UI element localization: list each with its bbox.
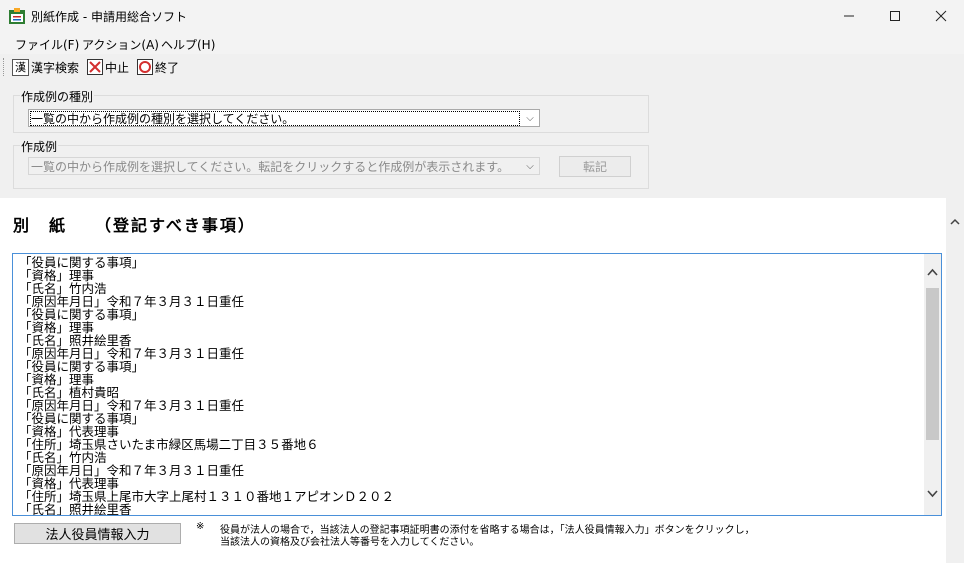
corp-officer-input-button[interactable]: 法人役員情報入力 (14, 523, 181, 544)
chevron-down-icon: ⌵ (526, 112, 534, 124)
menu-action[interactable]: アクション(A) (82, 36, 159, 53)
note-mark: ※ (196, 521, 205, 532)
chevron-down-icon: ⌵ (526, 160, 534, 172)
exit-button[interactable]: 終了 (137, 58, 179, 76)
exit-icon (137, 59, 153, 75)
stop-button[interactable]: 中止 (87, 58, 129, 76)
textarea-content: 「役員に関する事項」 「資格」理事 「氏名」竹内浩 「原因年月日」令和７年３月３１日重… (19, 256, 394, 516)
type-select-value: 一覧の中から作成例の種別を選択してください。 (29, 110, 521, 127)
stop-icon (87, 59, 103, 75)
app-icon (9, 8, 25, 24)
registration-items-textarea[interactable]: 「役員に関する事項」 「資格」理事 「氏名」竹内浩 「原因年月日」令和７年３月３１日重… (12, 253, 942, 516)
scroll-up-icon[interactable] (927, 268, 938, 276)
menu-help[interactable]: ヘルプ(H) (161, 36, 215, 53)
scroll-up-icon[interactable] (950, 218, 960, 225)
menu-file[interactable]: ファイル(F) (15, 36, 79, 53)
exit-label: 終了 (155, 60, 180, 75)
example-select[interactable]: 一覧の中から作成例を選択してください。転記をクリックすると作成例が表示されます。… (28, 157, 540, 175)
transfer-button[interactable]: 転記 (559, 156, 631, 177)
kanji-search-label: 漢字検索 (31, 60, 80, 75)
type-select[interactable]: 一覧の中から作成例の種別を選択してください。 ⌵ (28, 109, 540, 127)
textarea-scrollbar[interactable] (924, 254, 941, 515)
minimize-button[interactable] (826, 0, 872, 32)
page-heading: 別 紙 （登記すべき事項） (13, 216, 256, 235)
kanji-search-button[interactable]: 漢 漢字検索 (12, 58, 79, 76)
textarea-scroll-thumb[interactable] (926, 288, 939, 440)
toolbar-grip[interactable] (3, 58, 8, 76)
maximize-button[interactable] (872, 0, 918, 32)
type-group-label: 作成例の種別 (20, 88, 95, 105)
example-group-label: 作成例 (20, 138, 59, 155)
close-button[interactable] (918, 0, 964, 32)
text-line: 「氏名」照井絵里香 (19, 502, 132, 516)
close-icon (935, 10, 947, 22)
minimize-icon (844, 15, 854, 17)
window-scrollbar[interactable] (946, 198, 964, 563)
kanji-icon: 漢 (12, 58, 29, 76)
note-line-2: 当該法人の資格及び会社法人等番号を入力してください。 (220, 537, 480, 548)
maximize-icon (890, 11, 900, 21)
example-select-placeholder: 一覧の中から作成例を選択してください。転記をクリックすると作成例が表示されます。 (31, 159, 510, 174)
scroll-down-icon[interactable] (927, 490, 938, 498)
stop-label: 中止 (105, 60, 130, 75)
window-title: 別紙作成 - 申請用総合ソフト (31, 10, 187, 24)
